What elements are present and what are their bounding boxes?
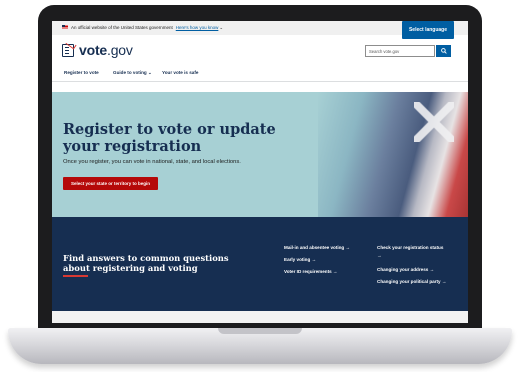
link-changing-party[interactable]: Changing your political party → — [377, 279, 446, 284]
logo-text-domain: .gov — [107, 42, 133, 58]
hero-subtitle: Once you register, you can vote in natio… — [63, 159, 241, 165]
search-button[interactable] — [436, 45, 451, 57]
faq-title: Find answers to common questions about r… — [63, 253, 229, 273]
search-input[interactable]: Search vote.gov — [365, 45, 435, 57]
link-mail-in-absentee[interactable]: Mail-in and absentee voting → — [284, 245, 350, 250]
laptop-base — [8, 328, 512, 364]
hero-section: Register to vote or update your registra… — [52, 92, 468, 217]
link-check-registration-arrow[interactable]: → — [377, 253, 382, 258]
nav-guide-to-voting-label: Guide to voting — [113, 70, 147, 75]
banner-text-wrap: An official website of the United States… — [71, 21, 223, 35]
us-flag-icon — [62, 25, 68, 29]
laptop-notch — [218, 328, 302, 334]
logo-text-bold: vote — [79, 42, 107, 58]
logo-text: vote.gov — [79, 42, 133, 58]
page-content-below — [52, 311, 468, 323]
browser-viewport: An official website of the United States… — [52, 21, 468, 323]
link-voter-id[interactable]: Voter ID requirements → — [284, 269, 338, 274]
banner-text: An official website of the United States… — [71, 25, 173, 30]
link-early-voting[interactable]: Early voting → — [284, 257, 316, 262]
hero-title: Register to vote or update your registra… — [63, 121, 276, 155]
search-icon — [440, 48, 447, 54]
chevron-down-icon: ⌄ — [219, 25, 224, 30]
site-header: vote.gov Search vote.gov — [52, 35, 468, 65]
nav-register-to-vote[interactable]: Register to vote — [64, 70, 99, 75]
link-check-registration[interactable]: Check your registration status — [377, 245, 443, 250]
ballot-check-icon — [62, 43, 74, 57]
main-nav: Register to vote Guide to voting ⌄ Your … — [52, 65, 468, 82]
link-changing-address[interactable]: Changing your address → — [377, 267, 434, 272]
gov-banner: An official website of the United States… — [52, 21, 468, 39]
nav-your-vote-is-safe[interactable]: Your vote is safe — [162, 70, 198, 75]
flag-photo — [318, 92, 468, 217]
nav-guide-to-voting[interactable]: Guide to voting ⌄ — [113, 70, 152, 76]
site-logo[interactable]: vote.gov — [62, 42, 133, 58]
select-state-button[interactable]: Select your state or territory to begin — [63, 177, 158, 190]
faq-title-underline — [63, 275, 88, 277]
faq-section: Find answers to common questions about r… — [52, 217, 468, 311]
banner-link[interactable]: Here's how you know — [176, 25, 219, 30]
chevron-down-icon: ⌄ — [147, 70, 152, 75]
